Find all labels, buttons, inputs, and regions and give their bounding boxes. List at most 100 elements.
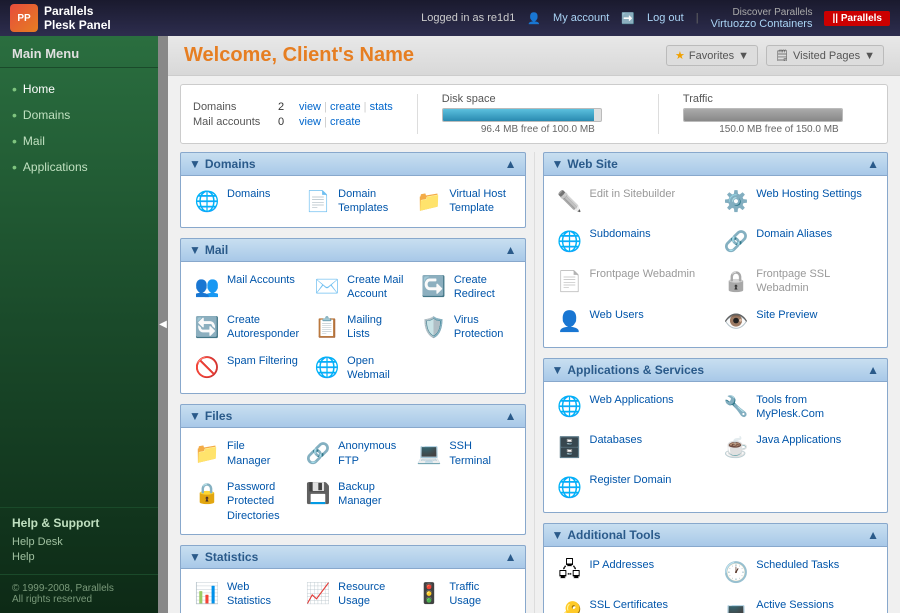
edit-sitebuilder-label: Edit in Sitebuilder xyxy=(590,187,676,201)
chevron-down-icon: ▼ xyxy=(738,50,749,62)
open-webmail-item[interactable]: 🌐 Open Webmail xyxy=(307,349,412,388)
help-support-title: Help & Support xyxy=(12,516,146,530)
ssh-terminal-item[interactable]: 💻 SSH Terminal xyxy=(409,434,518,473)
subdomains-item[interactable]: 🌐 Subdomains xyxy=(550,222,715,260)
sidebar-item-mail[interactable]: Mail xyxy=(0,128,158,154)
create-redirect-label: Create Redirect xyxy=(454,273,513,302)
ip-addresses-item[interactable]: 🖧 IP Addresses xyxy=(550,553,715,591)
page-title: Welcome, Client's Name xyxy=(184,44,414,67)
virtuozzo-link[interactable]: Virtuozzo Containers xyxy=(711,18,813,30)
mailing-lists-item[interactable]: 📋 Mailing Lists xyxy=(307,308,412,347)
chevron-icon: ▼ xyxy=(189,157,201,171)
mail-collapse-icon[interactable]: ▲ xyxy=(505,243,517,257)
virtuo-section: Discover Parallels Virtuozzo Containers xyxy=(711,7,813,30)
domains-stat-label: Domains xyxy=(193,101,263,113)
traffic-text: 150.0 MB free of 150.0 MB xyxy=(683,124,875,135)
mail-section-header[interactable]: ▼ Mail ▲ xyxy=(180,238,526,262)
stats-collapse-icon[interactable]: ▲ xyxy=(505,550,517,564)
help-desk-link[interactable]: Help Desk xyxy=(12,536,146,548)
sidebar-item-domains[interactable]: Domains xyxy=(0,102,158,128)
web-hosting-settings-item[interactable]: ⚙️ Web Hosting Settings xyxy=(716,182,881,220)
web-site-section: ▼ Web Site ▲ ✏️ Edit in Sitebuilder xyxy=(543,152,889,348)
register-domain-item[interactable]: 🌐 Register Domain xyxy=(550,468,715,506)
sidebar-help-section: Help & Support Help Desk Help xyxy=(0,507,158,574)
tools-myplesk-item[interactable]: 🔧 Tools from MyPlesk.Com xyxy=(716,388,881,427)
domains-create-link[interactable]: create xyxy=(330,101,361,113)
additional-tools-header[interactable]: ▼ Additional Tools ▲ xyxy=(543,523,889,547)
traffic-usage-item[interactable]: 🚦 Traffic Usage xyxy=(409,575,518,613)
visited-pages-button[interactable]: 🗒 Visited Pages ▼ xyxy=(766,45,884,66)
redirect-icon: ↪️ xyxy=(420,273,448,301)
site-preview-item[interactable]: 👁️ Site Preview xyxy=(716,303,881,341)
statistics-section: ▼ Statistics ▲ 📊 Web Statistics xyxy=(180,545,526,613)
help-link[interactable]: Help xyxy=(12,551,146,563)
java-applications-item[interactable]: ☕ Java Applications xyxy=(716,428,881,466)
globe-icon: 🌐 xyxy=(193,187,221,215)
domain-aliases-item[interactable]: 🔗 Domain Aliases xyxy=(716,222,881,260)
virus-protection-item[interactable]: 🛡️ Virus Protection xyxy=(414,308,519,347)
edit-sitebuilder-item[interactable]: ✏️ Edit in Sitebuilder xyxy=(550,182,715,220)
files-section-header[interactable]: ▼ Files ▲ xyxy=(180,404,526,428)
ssl-certificates-item[interactable]: 🔑 SSL Certificates xyxy=(550,593,715,613)
create-redirect-item[interactable]: ↪️ Create Redirect xyxy=(414,268,519,307)
site-preview-icon: 👁️ xyxy=(722,308,750,336)
backup-manager-item[interactable]: 💾 Backup Manager xyxy=(298,475,407,528)
spam-filtering-item[interactable]: 🚫 Spam Filtering xyxy=(187,349,305,388)
databases-item[interactable]: 🗄️ Databases xyxy=(550,428,715,466)
my-account-link[interactable]: My account xyxy=(553,12,609,24)
sitebuilder-icon: ✏️ xyxy=(556,187,584,215)
vhost-icon: 📁 xyxy=(415,187,443,215)
statistics-section-header[interactable]: ▼ Statistics ▲ xyxy=(180,545,526,569)
sidebar-item-home[interactable]: Home xyxy=(0,76,158,102)
active-sessions-label: Active Sessions xyxy=(756,598,834,612)
website-chevron-icon: ▼ xyxy=(552,157,564,171)
mail-create-link[interactable]: create xyxy=(330,116,361,128)
frontpage-webadmin-item[interactable]: 📄 Frontpage Webadmin xyxy=(550,262,715,301)
anonymous-ftp-item[interactable]: 🔗 Anonymous FTP xyxy=(298,434,407,473)
ssl-icon: 🔑 xyxy=(556,598,584,613)
domain-templates-item[interactable]: 📄 Domain Templates xyxy=(298,182,407,221)
sidebar-collapse[interactable]: ◀ xyxy=(158,36,168,613)
active-sessions-item[interactable]: 💻 Active Sessions xyxy=(716,593,881,613)
mail-stat-row: Mail accounts 0 view | create xyxy=(193,116,393,128)
password-dir-label: Password Protected Directories xyxy=(227,480,290,523)
tools-collapse-icon[interactable]: ▲ xyxy=(867,528,879,542)
files-collapse-icon[interactable]: ▲ xyxy=(505,409,517,423)
frontpage-ssl-item[interactable]: 🔒 Frontpage SSL Webadmin xyxy=(716,262,881,301)
domains-item[interactable]: 🌐 Domains xyxy=(187,182,296,221)
log-out-link[interactable]: Log out xyxy=(647,12,684,24)
domains-view-link[interactable]: view xyxy=(299,101,321,113)
spam-filtering-label: Spam Filtering xyxy=(227,354,298,368)
favorites-button[interactable]: ★ Favorites ▼ xyxy=(666,45,758,66)
web-users-icon: 👤 xyxy=(556,308,584,336)
website-collapse-icon[interactable]: ▲ xyxy=(867,157,879,171)
domains-stat-value: 2 xyxy=(271,101,291,113)
password-dir-item[interactable]: 🔒 Password Protected Directories xyxy=(187,475,296,528)
ssl-certificates-label: SSL Certificates xyxy=(590,598,668,612)
mail-section: ▼ Mail ▲ 👥 Mail Accounts ✉️ xyxy=(180,238,526,395)
domains-item-label: Domains xyxy=(227,187,270,201)
file-manager-item[interactable]: 📁 File Manager xyxy=(187,434,296,473)
mail-view-link[interactable]: view xyxy=(299,116,321,128)
domains-section-header[interactable]: ▼ Domains ▲ xyxy=(180,152,526,176)
apps-collapse-icon[interactable]: ▲ xyxy=(867,363,879,377)
mail-accounts-item[interactable]: 👥 Mail Accounts xyxy=(187,268,305,307)
scheduled-tasks-item[interactable]: 🕐 Scheduled Tasks xyxy=(716,553,881,591)
virtual-host-item[interactable]: 📁 Virtual Host Template xyxy=(409,182,518,221)
ssh-terminal-label: SSH Terminal xyxy=(449,439,512,468)
app-services-grid: 🌐 Web Applications 🔧 Tools from MyPlesk.… xyxy=(550,388,882,507)
create-autoresponder-item[interactable]: 🔄 Create Autoresponder xyxy=(187,308,305,347)
web-applications-item[interactable]: 🌐 Web Applications xyxy=(550,388,715,427)
web-stats-icon: 📊 xyxy=(193,580,221,608)
arrow-icon: ➡️ xyxy=(621,12,635,25)
domains-stats-link[interactable]: stats xyxy=(370,101,393,113)
mail-section-body: 👥 Mail Accounts ✉️ Create Mail Account ↪… xyxy=(180,262,526,395)
domains-collapse-icon[interactable]: ▲ xyxy=(505,157,517,171)
app-services-section-header[interactable]: ▼ Applications & Services ▲ xyxy=(543,358,889,382)
resource-usage-item[interactable]: 📈 Resource Usage xyxy=(298,575,407,613)
web-users-item[interactable]: 👤 Web Users xyxy=(550,303,715,341)
web-statistics-item[interactable]: 📊 Web Statistics xyxy=(187,575,296,613)
create-mail-item[interactable]: ✉️ Create Mail Account xyxy=(307,268,412,307)
sidebar-item-applications[interactable]: Applications xyxy=(0,154,158,180)
web-site-section-header[interactable]: ▼ Web Site ▲ xyxy=(543,152,889,176)
